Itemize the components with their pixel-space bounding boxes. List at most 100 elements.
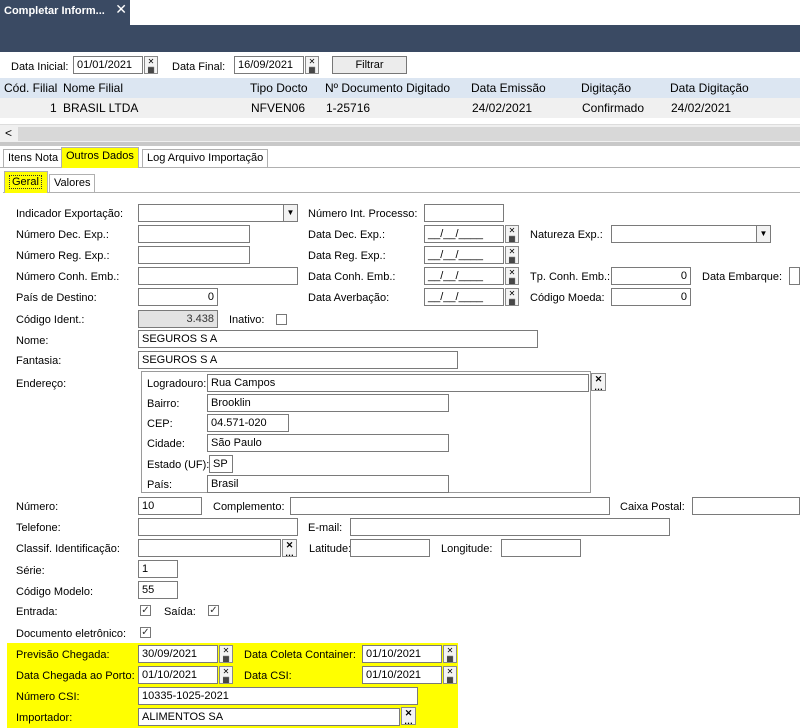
data-chegada-porto-input[interactable]: 01/10/2021 (138, 666, 218, 684)
email-label: E-mail: (308, 522, 343, 534)
nome-input[interactable]: SEGUROS S A (138, 330, 538, 348)
data-csi-calendar-icon[interactable]: ✕ ▦ (443, 666, 457, 684)
table-row[interactable]: 1 BRASIL LTDA NFVEN06 1-25716 24/02/2021… (0, 98, 800, 118)
col-digitacao[interactable]: Digitação (581, 81, 631, 95)
complemento-input[interactable] (290, 497, 610, 515)
data-coleta-container-label: Data Coleta Container: (244, 649, 356, 661)
cell-data-digitacao: 24/02/2021 (671, 101, 732, 115)
nome-label: Nome: (16, 335, 49, 347)
tab-log-arquivo[interactable]: Log Arquivo Importação (142, 149, 269, 167)
col-num-documento[interactable]: Nº Documento Digitado (325, 81, 450, 95)
classif-search-icon[interactable]: ✕… (282, 539, 297, 558)
scroll-left-icon[interactable]: < (5, 126, 12, 140)
saida-label: Saída: (164, 606, 196, 618)
numero-conh-emb-input[interactable] (138, 267, 298, 285)
data-embarque-input[interactable] (789, 267, 800, 285)
col-data-digitacao[interactable]: Data Digitação (670, 81, 749, 95)
data-conh-emb-input[interactable]: __/__/____ (424, 267, 504, 285)
indicador-exportacao-select[interactable]: ▼ (138, 204, 298, 222)
estado-input[interactable]: SP (209, 455, 233, 473)
telefone-input[interactable] (138, 518, 298, 536)
pais-destino-input[interactable]: 0 (138, 288, 218, 306)
entrada-checkbox[interactable]: ✓ (140, 605, 151, 616)
subtab-geral[interactable]: Geral (4, 171, 48, 193)
data-dec-exp-input[interactable]: __/__/____ (424, 225, 504, 243)
codigo-modelo-input[interactable]: 55 (138, 581, 178, 599)
data-inicial-input[interactable]: 01/01/2021 (73, 56, 143, 74)
data-final-input[interactable]: 16/09/2021 (234, 56, 304, 74)
cidade-input[interactable]: São Paulo (207, 434, 449, 452)
scrollbar-thumb[interactable] (18, 127, 800, 141)
natureza-exp-select[interactable]: ▼ (611, 225, 771, 243)
tp-conh-emb-input[interactable]: 0 (611, 267, 691, 285)
importador-search-icon[interactable]: ✕… (401, 707, 416, 726)
previsao-chegada-calendar-icon[interactable]: ✕ ▦ (219, 645, 233, 663)
data-inicial-calendar-icon[interactable]: ✕ ▦ (144, 56, 158, 74)
numero-conh-emb-label: Número Conh. Emb.: (16, 271, 120, 283)
horizontal-scrollbar[interactable]: < (0, 124, 800, 142)
codigo-moeda-input[interactable]: 0 (611, 288, 691, 306)
numero-dec-exp-input[interactable] (138, 225, 250, 243)
previsao-chegada-input[interactable]: 30/09/2021 (138, 645, 218, 663)
complemento-label: Complemento: (213, 501, 285, 513)
data-reg-exp-calendar-icon[interactable]: ✕ ▦ (505, 246, 519, 264)
data-csi-input[interactable]: 01/10/2021 (362, 666, 442, 684)
data-dec-exp-calendar-icon[interactable]: ✕ ▦ (505, 225, 519, 243)
close-icon[interactable]: ✕ (115, 1, 127, 18)
header-banner (0, 25, 800, 52)
fantasia-input[interactable]: SEGUROS S A (138, 351, 458, 369)
data-dec-exp-label: Data Dec. Exp.: (308, 229, 386, 241)
classif-identificacao-label: Classif. Identificação: (16, 543, 120, 555)
cell-cod-filial: 1 (50, 101, 57, 115)
data-conh-emb-calendar-icon[interactable]: ✕ ▦ (505, 267, 519, 285)
logradouro-input[interactable]: Rua Campos (207, 374, 589, 392)
col-data-emissao[interactable]: Data Emissão (471, 81, 546, 95)
splitter[interactable] (0, 142, 800, 146)
data-averbacao-input[interactable]: __/__/____ (424, 288, 504, 306)
cell-tipo-docto: NFVEN06 (251, 101, 306, 115)
data-reg-exp-input[interactable]: __/__/____ (424, 246, 504, 264)
data-coleta-container-input[interactable]: 01/10/2021 (362, 645, 442, 663)
documento-eletronico-checkbox[interactable]: ✓ (140, 627, 151, 638)
latitude-input[interactable] (350, 539, 430, 557)
numero-csi-input[interactable]: 10335-1025-2021 (138, 687, 418, 705)
tab-itens-nota[interactable]: Itens Nota (3, 149, 64, 167)
data-coleta-container-calendar-icon[interactable]: ✕ ▦ (443, 645, 457, 663)
inativo-checkbox[interactable] (276, 314, 287, 325)
numero-input[interactable]: 10 (138, 497, 202, 515)
chevron-down-icon[interactable]: ▼ (756, 226, 770, 242)
filtrar-button[interactable]: Filtrar (332, 56, 407, 74)
numero-csi-label: Número CSI: (16, 691, 80, 703)
window-tab[interactable]: Completar Inform... ✕ (0, 0, 130, 25)
data-chegada-porto-calendar-icon[interactable]: ✕ ▦ (219, 666, 233, 684)
cep-input[interactable]: 04.571-020 (207, 414, 289, 432)
tab-outros-dados[interactable]: Outros Dados (61, 147, 139, 168)
subtab-valores[interactable]: Valores (49, 174, 96, 192)
serie-input[interactable]: 1 (138, 560, 178, 578)
chevron-down-icon[interactable]: ▼ (283, 205, 297, 221)
bairro-input[interactable]: Brooklin (207, 394, 449, 412)
saida-checkbox[interactable]: ✓ (208, 605, 219, 616)
numero-reg-exp-input[interactable] (138, 246, 250, 264)
longitude-input[interactable] (501, 539, 581, 557)
documento-eletronico-label: Documento eletrônico: (16, 628, 127, 640)
entrada-label: Entrada: (16, 606, 58, 618)
data-averbacao-calendar-icon[interactable]: ✕ ▦ (505, 288, 519, 306)
endereco-label: Endereço: (16, 378, 67, 390)
col-tipo-docto[interactable]: Tipo Docto (250, 81, 308, 95)
endereco-search-icon[interactable]: ✕… (591, 373, 606, 392)
numero-int-processo-input[interactable] (424, 204, 504, 222)
data-final-calendar-icon[interactable]: ✕ ▦ (305, 56, 319, 74)
email-field[interactable] (350, 518, 670, 536)
caixa-postal-input[interactable] (692, 497, 800, 515)
pais-input[interactable]: Brasil (207, 475, 449, 493)
cell-digitacao: Confirmado (582, 101, 645, 115)
col-nome-filial[interactable]: Nome Filial (63, 81, 123, 95)
cep-label: CEP: (147, 418, 173, 430)
codigo-ident-input: 3.438 (138, 310, 218, 328)
inativo-label: Inativo: (229, 314, 265, 326)
data-averbacao-label: Data Averbação: (308, 292, 390, 304)
importador-input[interactable]: ALIMENTOS SA (138, 708, 400, 726)
classif-identificacao-input[interactable] (138, 539, 281, 557)
col-cod-filial[interactable]: Cód. Filial (4, 81, 57, 95)
